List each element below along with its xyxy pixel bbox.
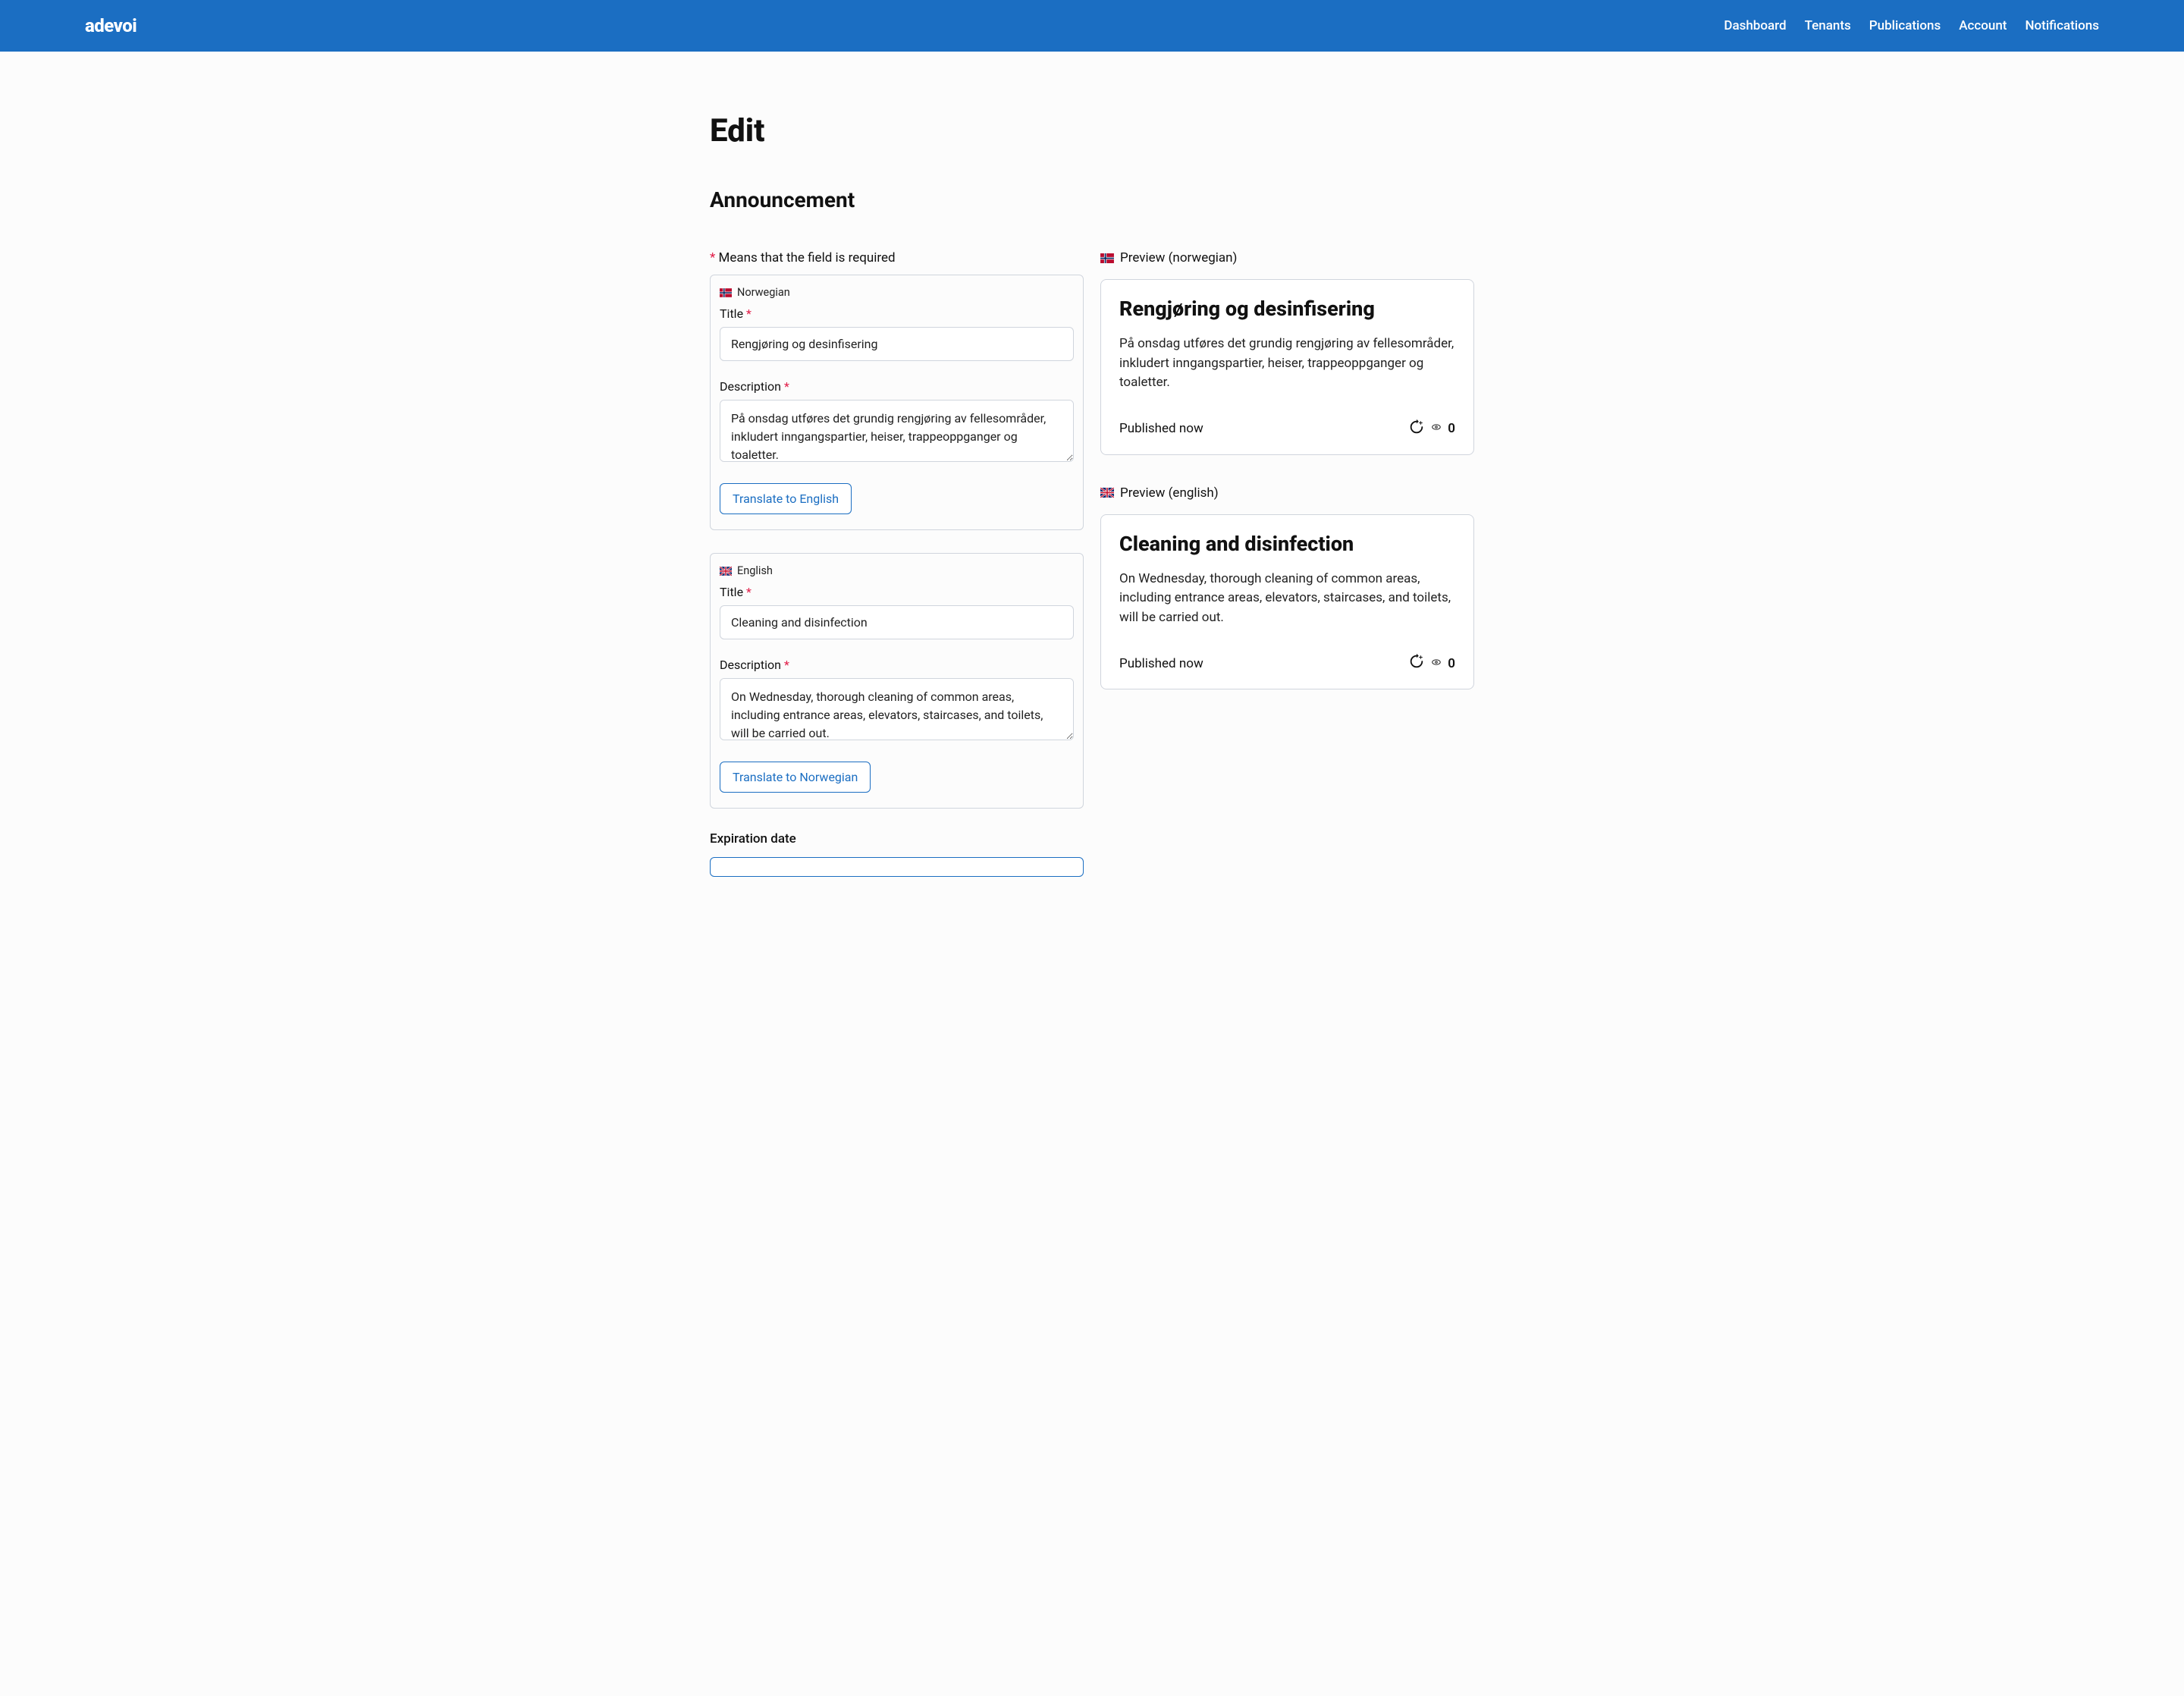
lang-box-norwegian: Norwegian Title * Description * Translat… <box>710 275 1084 530</box>
expiration-date-picker[interactable] <box>710 857 1084 877</box>
description-label-en: Description * <box>720 658 1074 672</box>
required-note: * Means that the field is required <box>710 250 1084 265</box>
nav-account[interactable]: Account <box>1959 18 2007 33</box>
page-title: Edit <box>710 112 1474 149</box>
preview-card-english: Cleaning and disinfection On Wednesday, … <box>1100 514 1474 690</box>
view-count-icon <box>1431 421 1442 436</box>
published-status-no: Published now <box>1119 421 1203 436</box>
norway-flag-icon <box>720 288 732 297</box>
translate-to-norwegian-button[interactable]: Translate to Norwegian <box>720 762 871 793</box>
expiration-date-label: Expiration date <box>710 831 1084 846</box>
preview-title-en: Cleaning and disinfection <box>1119 532 1455 556</box>
nav-dashboard[interactable]: Dashboard <box>1724 18 1786 33</box>
preview-label-norwegian: Preview (norwegian) <box>1100 250 1474 265</box>
description-input-english[interactable] <box>720 678 1074 740</box>
description-label-no: Description * <box>720 379 1074 394</box>
refresh-icon <box>1408 653 1425 674</box>
lang-box-english: English Title * Description * Translate … <box>710 553 1084 809</box>
preview-description-en: On Wednesday, thorough cleaning of commo… <box>1119 570 1455 628</box>
nav-publications[interactable]: Publications <box>1869 18 1941 33</box>
lang-header-norwegian: Norwegian <box>720 286 1074 299</box>
lang-name-norwegian: Norwegian <box>737 286 790 299</box>
title-input-norwegian[interactable] <box>720 327 1074 361</box>
published-status-en: Published now <box>1119 656 1203 671</box>
brand-logo[interactable]: adevoi <box>85 15 136 36</box>
preview-label-english: Preview (english) <box>1100 485 1474 501</box>
norway-flag-icon <box>1100 253 1114 263</box>
preview-description-no: På onsdag utføres det grundig rengjøring… <box>1119 334 1455 393</box>
uk-flag-icon <box>720 567 732 576</box>
nav-tenants[interactable]: Tenants <box>1805 18 1851 33</box>
translate-to-english-button[interactable]: Translate to English <box>720 483 852 514</box>
section-title: Announcement <box>710 187 1474 212</box>
refresh-icon <box>1408 419 1425 439</box>
preview-title-no: Rengjøring og desinfisering <box>1119 297 1455 321</box>
lang-name-english: English <box>737 564 773 577</box>
title-label-en: Title * <box>720 585 1074 599</box>
lang-header-english: English <box>720 564 1074 577</box>
uk-flag-icon <box>1100 488 1114 498</box>
top-navbar: adevoi Dashboard Tenants Publications Ac… <box>0 0 2184 52</box>
preview-card-norwegian: Rengjøring og desinfisering På onsdag ut… <box>1100 279 1474 455</box>
nav-links: Dashboard Tenants Publications Account N… <box>1724 18 2099 33</box>
view-count-icon <box>1431 656 1442 671</box>
description-input-norwegian[interactable] <box>720 400 1074 462</box>
view-count-no: 0 <box>1448 421 1455 436</box>
nav-notifications[interactable]: Notifications <box>2025 18 2099 33</box>
title-input-english[interactable] <box>720 605 1074 639</box>
title-label-no: Title * <box>720 306 1074 321</box>
view-count-en: 0 <box>1448 656 1455 671</box>
